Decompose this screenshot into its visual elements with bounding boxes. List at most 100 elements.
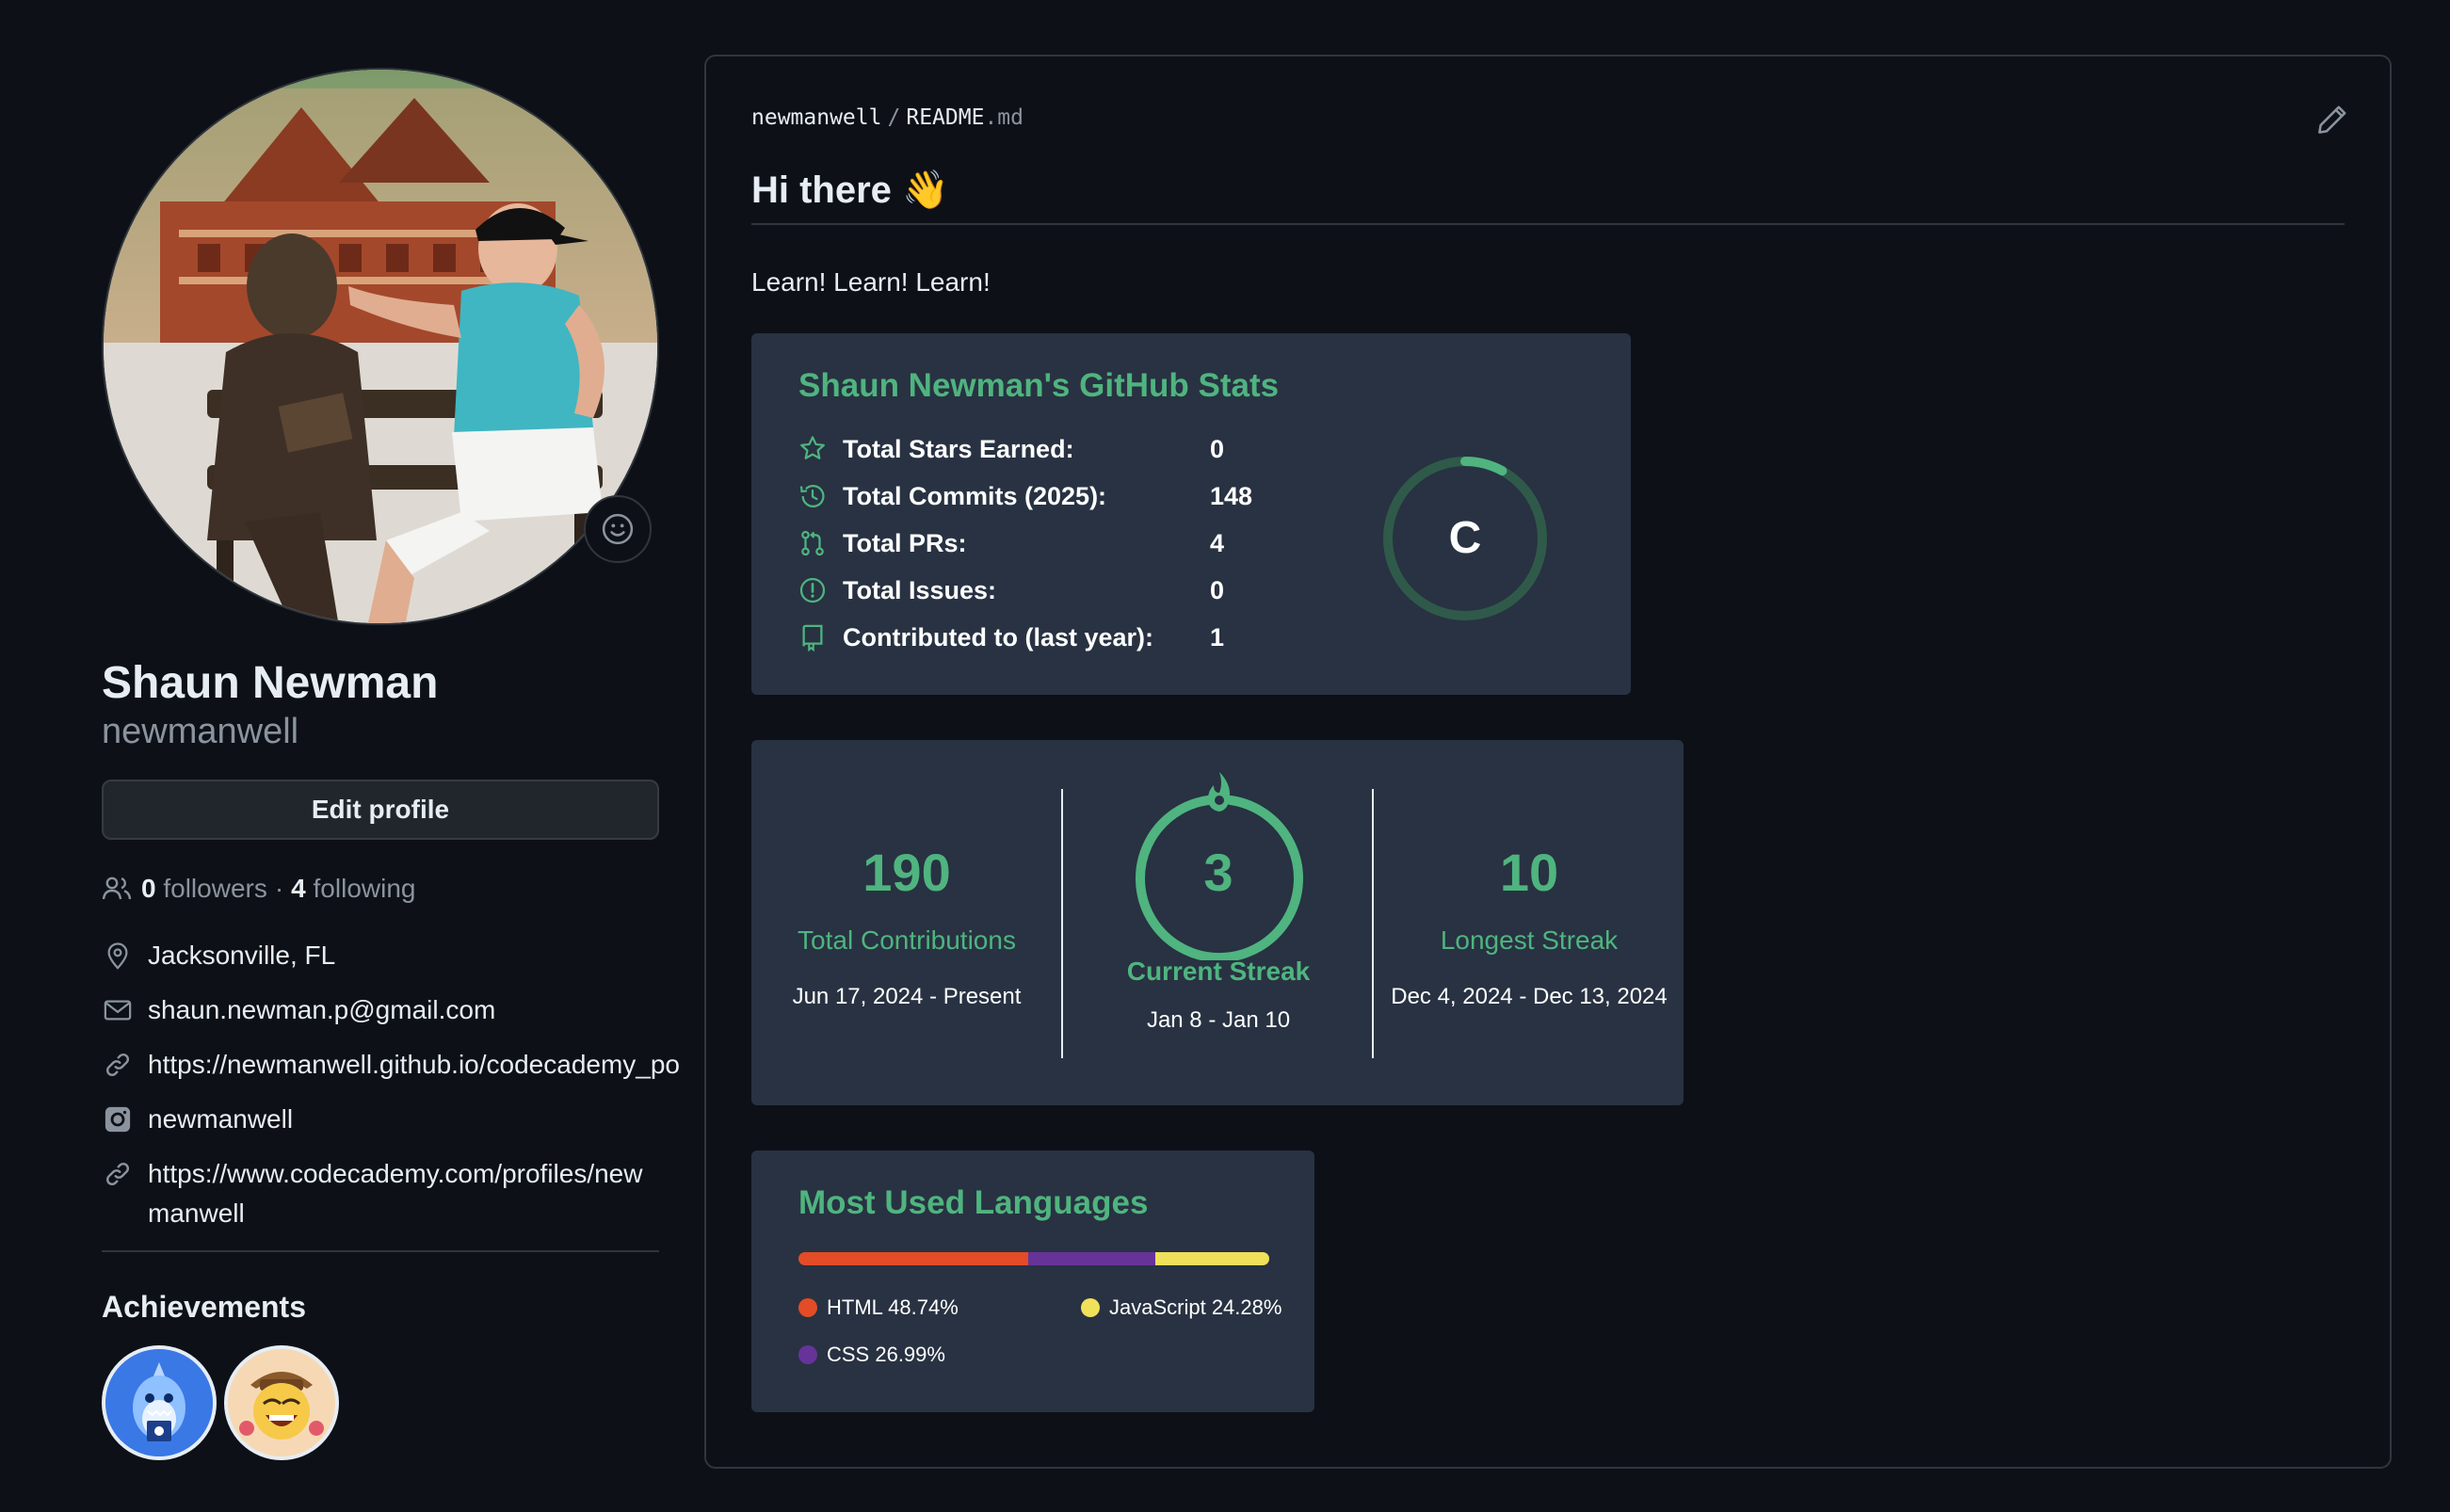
readme-lead: Learn! Learn! Learn!: [751, 267, 991, 297]
yolo-badge[interactable]: [224, 1345, 339, 1460]
rank-circle: C: [1382, 456, 1548, 626]
top-languages-card: Most Used Languages HTML 48.74% JavaScri…: [751, 1150, 1314, 1412]
readme-breadcrumb: newmanwell / README.md: [751, 105, 1024, 130]
avatar[interactable]: [102, 68, 659, 625]
stat-value: 1: [1210, 622, 1225, 651]
stat-label: Total PRs:: [843, 528, 967, 557]
profile-username: newmanwell: [102, 712, 299, 751]
mail-icon: [102, 990, 134, 1030]
longest-streak-number: 10: [1499, 843, 1559, 902]
current-streak-section: 3 Current Streak Jan 8 - Jan 10: [1063, 740, 1374, 1105]
edit-readme-button[interactable]: [2316, 104, 2348, 140]
language-label: CSS 26.99%: [827, 1343, 945, 1366]
email-item: shaun.newman.p@gmail.com: [102, 990, 659, 1030]
lang-segment-html: [798, 1252, 1028, 1265]
link-icon: [102, 1045, 134, 1085]
language-color-dot: [1081, 1298, 1100, 1317]
link-icon: [102, 1154, 134, 1194]
follow-stats: 0 followers · 4 following: [102, 870, 659, 908]
readme-file-name[interactable]: README: [906, 105, 984, 130]
followers-link[interactable]: 0 followers: [141, 874, 267, 904]
pull-shark-badge[interactable]: [102, 1345, 217, 1460]
current-streak-number: 3: [1203, 843, 1233, 902]
profile-full-name: Shaun Newman: [102, 658, 439, 708]
current-streak-range: Jan 8 - Jan 10: [1146, 1007, 1291, 1033]
website-link[interactable]: https://newmanwell.github.io/codecademy_…: [148, 1045, 680, 1085]
language-legend-item: CSS 26.99%: [798, 1343, 945, 1367]
edit-profile-button[interactable]: Edit profile: [102, 780, 659, 840]
instagram-link[interactable]: newmanwell: [148, 1100, 293, 1139]
lang-segment-css: [1027, 1252, 1155, 1265]
readme-file-ext: .md: [984, 105, 1024, 130]
readme-owner[interactable]: newmanwell: [751, 105, 881, 130]
following-link[interactable]: 4 following: [291, 874, 415, 904]
profile-page: Shaun Newman newmanwell Edit profile 0 f…: [0, 0, 2450, 1512]
language-legend-item: JavaScript 24.28%: [1081, 1295, 1281, 1320]
followers-count: 0: [141, 874, 156, 903]
website-item: https://newmanwell.github.io/codecademy_…: [102, 1045, 680, 1085]
lang-segment-javascript: [1154, 1252, 1269, 1265]
stat-value: 0: [1210, 575, 1225, 604]
stat-row-contributed: Contributed to (last year): 1: [797, 621, 1224, 653]
stat-row-prs: Total PRs: 4: [797, 527, 1224, 559]
streak-stats-card: 190 Total Contributions Jun 17, 2024 - P…: [751, 740, 1684, 1105]
codecademy-link[interactable]: https://www.codecademy.com/profiles/newm…: [148, 1154, 659, 1233]
avatar-container: [102, 68, 659, 625]
longest-streak-label: Longest Streak: [1440, 925, 1619, 955]
github-stats-card: Shaun Newman's GitHub Stats Total Stars …: [751, 333, 1631, 695]
fire-icon: [1208, 772, 1231, 812]
total-contributions-section: 190 Total Contributions Jun 17, 2024 - P…: [751, 740, 1062, 1105]
star-icon: [797, 433, 829, 465]
instagram-icon: [102, 1100, 134, 1139]
longest-streak-range: Dec 4, 2024 - Dec 13, 2024: [1391, 984, 1668, 1009]
languages-progress-bar: [798, 1252, 1269, 1265]
smiley-icon: [602, 513, 634, 545]
instagram-item: newmanwell: [102, 1100, 659, 1139]
following-count: 4: [291, 874, 306, 903]
language-color-dot: [798, 1345, 817, 1364]
issue-icon: [797, 574, 829, 606]
language-color-dot: [798, 1298, 817, 1317]
stat-label: Total Issues:: [843, 575, 997, 604]
total-contributions-label: Total Contributions: [798, 925, 1016, 955]
pencil-icon: [2318, 105, 2346, 134]
email-link[interactable]: shaun.newman.p@gmail.com: [148, 990, 495, 1030]
stat-row-issues: Total Issues: 0: [797, 574, 1224, 606]
stat-label: Total Commits (2025):: [843, 481, 1107, 510]
profile-details: Jacksonville, FL shaun.newman.p@gmail.co…: [102, 936, 680, 1233]
achievements-title: Achievements: [102, 1290, 306, 1324]
stat-label: Contributed to (last year):: [843, 622, 1154, 651]
stat-row-stars: Total Stars Earned: 0: [797, 433, 1224, 465]
location-text: Jacksonville, FL: [148, 941, 336, 970]
history-icon: [797, 480, 829, 512]
languages-card-title: Most Used Languages: [798, 1184, 1149, 1221]
readme-heading: Hi there 👋: [751, 168, 2345, 225]
longest-streak-section: 10 Longest Streak Dec 4, 2024 - Dec 13, …: [1374, 740, 1684, 1105]
stat-value: 148: [1210, 481, 1253, 510]
follow-separator: ·: [274, 874, 284, 903]
profile-readme: newmanwell / README.md Hi there 👋 Learn! L…: [704, 55, 2392, 1469]
language-label: JavaScript 24.28%: [1109, 1295, 1282, 1319]
location-item: Jacksonville, FL: [102, 936, 659, 975]
pull-request-icon: [797, 527, 829, 559]
language-legend-item: HTML 48.74%: [798, 1295, 959, 1320]
language-label: HTML 48.74%: [827, 1295, 959, 1319]
rank-progress-arc: [1460, 457, 1507, 476]
achievements-list: [102, 1345, 659, 1460]
people-icon: [102, 877, 132, 900]
codecademy-item: https://www.codecademy.com/profiles/newm…: [102, 1154, 659, 1233]
stat-row-commits: Total Commits (2025): 148: [797, 480, 1252, 512]
stat-label: Total Stars Earned:: [843, 434, 1074, 463]
breadcrumb-separator: /: [887, 105, 901, 130]
rank-grade: C: [1449, 513, 1482, 563]
set-status-button[interactable]: [584, 495, 652, 563]
total-contributions-range: Jun 17, 2024 - Present: [792, 984, 1022, 1009]
stats-card-title: Shaun Newman's GitHub Stats: [798, 367, 1280, 404]
stat-value: 4: [1210, 528, 1225, 557]
current-streak-label: Current Streak: [1126, 957, 1311, 986]
repo-icon: [797, 621, 829, 653]
location-icon: [102, 936, 134, 975]
profile-sidebar: Shaun Newman newmanwell Edit profile 0 f…: [102, 68, 680, 1460]
followers-label: followers: [163, 874, 267, 903]
sidebar-divider: [102, 1250, 659, 1252]
